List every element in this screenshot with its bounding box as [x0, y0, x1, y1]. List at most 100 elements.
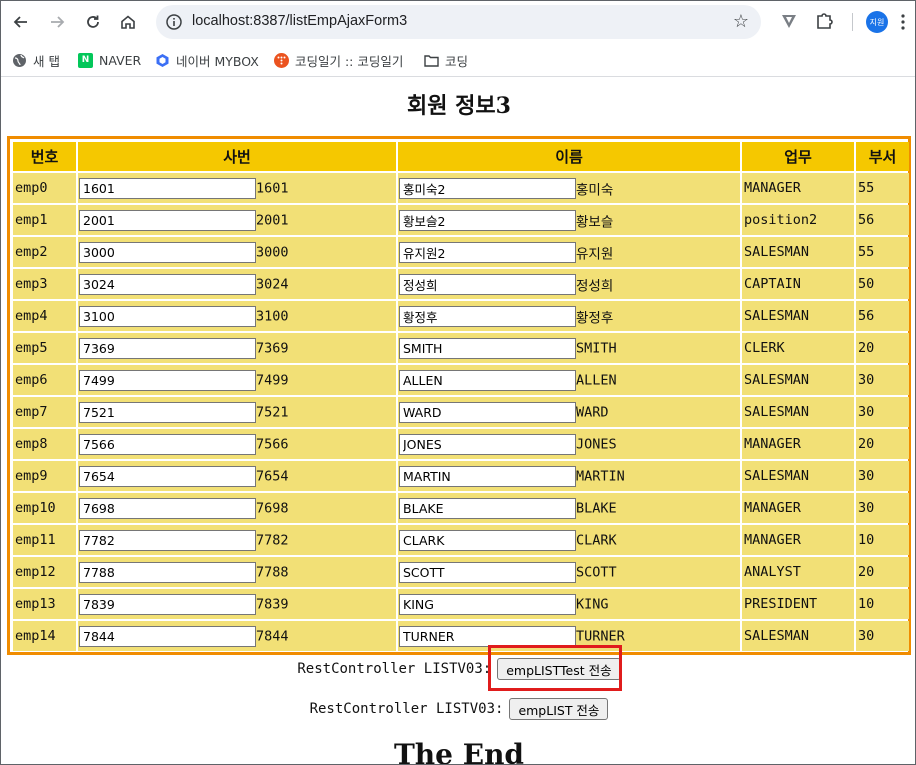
address-bar[interactable]: localhost:8387/listEmpAjaxForm3 ☆ — [156, 5, 761, 39]
name-input[interactable] — [399, 369, 576, 391]
name-input[interactable] — [399, 497, 576, 519]
empno-cell: 7499 — [78, 365, 396, 395]
job-cell: MANAGER — [742, 173, 854, 203]
footer-the-end: The End — [393, 738, 525, 765]
bookmark-naver[interactable]: N NAVER — [78, 51, 141, 69]
name-input[interactable] — [399, 241, 576, 263]
name-input[interactable] — [399, 625, 576, 647]
name-text: 홍미숙 — [576, 182, 614, 198]
emp-no-cell: emp2 — [13, 237, 76, 267]
name-input[interactable] — [399, 177, 576, 199]
more-menu-icon[interactable] — [901, 13, 905, 31]
name-text: JONES — [576, 436, 617, 452]
extensions-puzzle-icon[interactable] — [813, 10, 835, 32]
empno-text: 7698 — [256, 500, 289, 516]
empno-cell: 7521 — [78, 397, 396, 427]
bookmark-star-icon[interactable]: ☆ — [733, 11, 749, 32]
name-cell: JONES — [398, 429, 740, 459]
table-row: emp12 7788 SCOTT ANALYST20 — [13, 557, 909, 587]
job-cell: CLERK — [742, 333, 854, 363]
globe-icon — [12, 53, 27, 68]
folder-icon — [424, 53, 439, 68]
emp-no-cell: emp6 — [13, 365, 76, 395]
name-input[interactable] — [399, 433, 576, 455]
emp-no-cell: emp4 — [13, 301, 76, 331]
empno-input[interactable] — [79, 465, 256, 487]
table-row: emp8 7566 JONES MANAGER20 — [13, 429, 909, 459]
back-icon[interactable] — [8, 9, 34, 35]
empno-input[interactable] — [79, 401, 256, 423]
job-cell: MANAGER — [742, 525, 854, 555]
empno-input[interactable] — [79, 177, 256, 199]
emp-no-cell: emp14 — [13, 621, 76, 651]
rest-label-2: RestController LISTV03: — [309, 701, 504, 717]
table-row: emp4 3100 황정후 SALESMAN56 — [13, 301, 909, 331]
emp-no-cell: emp11 — [13, 525, 76, 555]
extension-v-icon[interactable] — [779, 11, 799, 31]
job-cell: SALESMAN — [742, 237, 854, 267]
name-input[interactable] — [399, 305, 576, 327]
empno-input[interactable] — [79, 241, 256, 263]
profile-avatar[interactable]: 지원 — [866, 11, 888, 33]
name-input[interactable] — [399, 273, 576, 295]
empno-input[interactable] — [79, 625, 256, 647]
name-input[interactable] — [399, 465, 576, 487]
empno-input[interactable] — [79, 209, 256, 231]
dept-cell: 30 — [856, 461, 909, 491]
name-input[interactable] — [399, 529, 576, 551]
table-body: emp01601홍미숙MANAGER55emp12001황보슬position2… — [13, 173, 909, 651]
empno-text: 2001 — [256, 212, 289, 228]
name-text: SMITH — [576, 340, 617, 356]
name-input[interactable] — [399, 209, 576, 231]
table-row: emp10 7698 BLAKE MANAGER30 — [13, 493, 909, 523]
emp-no-cell: emp13 — [13, 589, 76, 619]
name-input[interactable] — [399, 337, 576, 359]
bookmark-folder-coding[interactable]: 코딩 — [424, 51, 468, 69]
name-input[interactable] — [399, 401, 576, 423]
name-cell: WARD — [398, 397, 740, 427]
empno-input[interactable] — [79, 369, 256, 391]
job-cell: CAPTAIN — [742, 269, 854, 299]
empno-input[interactable] — [79, 561, 256, 583]
empno-input[interactable] — [79, 497, 256, 519]
site-info-icon[interactable] — [165, 13, 183, 31]
empno-text: 7566 — [256, 436, 289, 452]
empno-input[interactable] — [79, 305, 256, 327]
empno-cell: 2001 — [78, 205, 396, 235]
empno-text: 3000 — [256, 244, 289, 260]
name-cell: MARTIN — [398, 461, 740, 491]
name-text: SCOTT — [576, 564, 617, 580]
name-cell: CLARK — [398, 525, 740, 555]
name-input[interactable] — [399, 561, 576, 583]
bookmark-new-tab[interactable]: 새 탭 — [12, 51, 60, 69]
column-header-dept: 부서 — [856, 142, 909, 171]
empno-text: 7839 — [256, 596, 289, 612]
reload-icon[interactable] — [80, 9, 106, 35]
empno-input[interactable] — [79, 529, 256, 551]
empno-text: 7788 — [256, 564, 289, 580]
home-icon[interactable] — [115, 9, 141, 35]
job-cell: MANAGER — [742, 493, 854, 523]
empno-text: 7369 — [256, 340, 289, 356]
empno-cell: 7788 — [78, 557, 396, 587]
empno-cell: 1601 — [78, 173, 396, 203]
name-text: WARD — [576, 404, 609, 420]
empno-input[interactable] — [79, 273, 256, 295]
empno-text: 3100 — [256, 308, 289, 324]
emplist-send-button[interactable]: empLIST 전송 — [509, 698, 609, 720]
table-row: emp6 7499 ALLEN SALESMAN30 — [13, 365, 909, 395]
forward-icon[interactable] — [44, 9, 70, 35]
dept-cell: 20 — [856, 429, 909, 459]
name-input[interactable] — [399, 593, 576, 615]
job-cell: SALESMAN — [742, 397, 854, 427]
empno-input[interactable] — [79, 593, 256, 615]
bookmark-coding-diary[interactable]: 코딩일기 :: 코딩일기 — [274, 51, 403, 69]
bookmark-naver-mybox[interactable]: 네이버 MYBOX — [155, 51, 259, 69]
name-text: BLAKE — [576, 500, 617, 516]
name-text: 유지원 — [576, 246, 614, 262]
empno-input[interactable] — [79, 433, 256, 455]
empno-input[interactable] — [79, 337, 256, 359]
dept-cell: 55 — [856, 173, 909, 203]
table-row: emp1 2001 황보슬 position256 — [13, 205, 909, 235]
empno-text: 7782 — [256, 532, 289, 548]
